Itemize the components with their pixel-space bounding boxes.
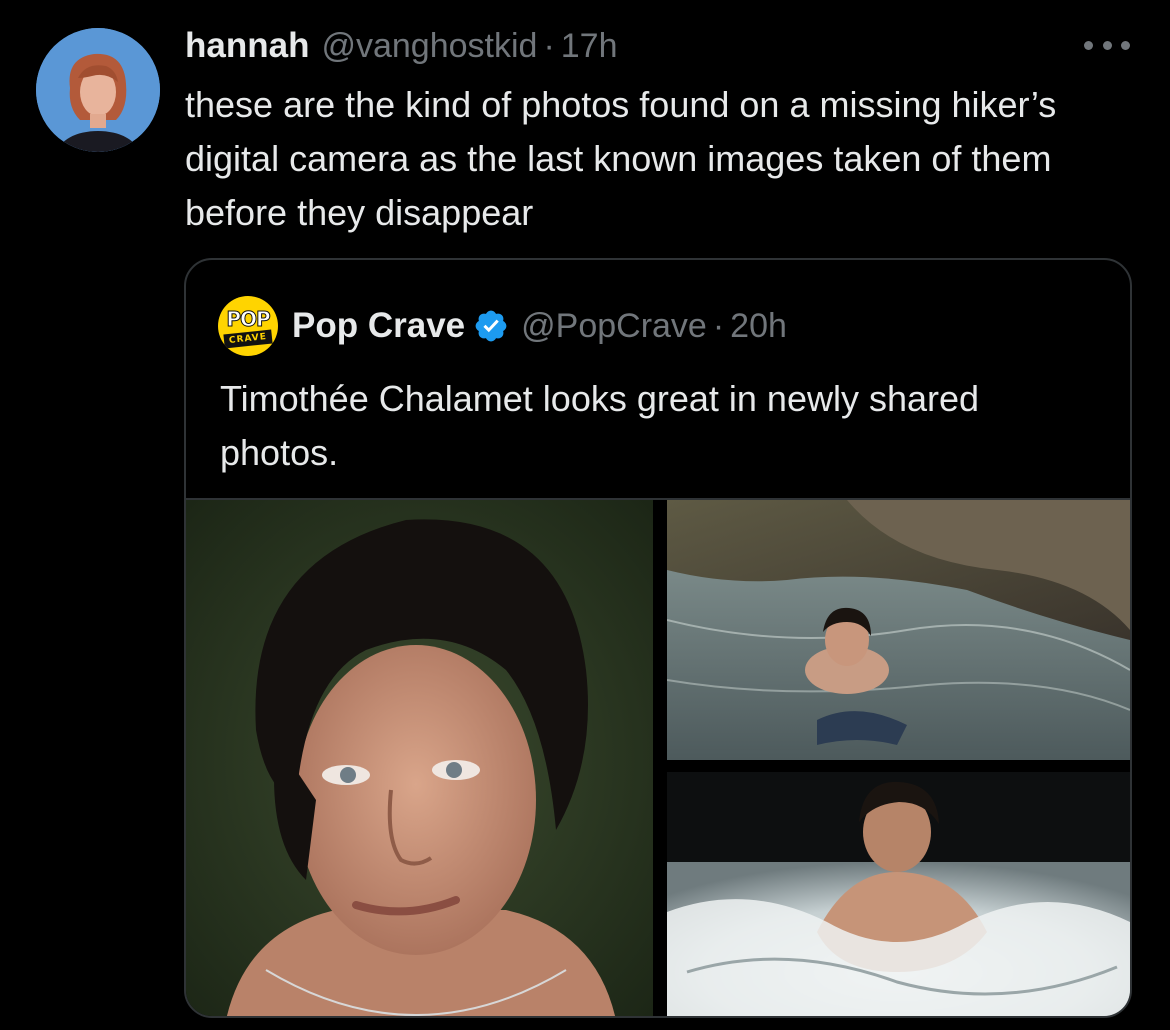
quoted-tweet-timestamp[interactable]: 20h bbox=[730, 307, 787, 346]
author-handle[interactable]: @vanghostkid bbox=[321, 27, 537, 66]
quoted-tweet-card[interactable]: POP CRAVE Pop Crave @PopCrave · 20h Timo… bbox=[184, 258, 1132, 1018]
quoted-author-display-name[interactable]: Pop Crave bbox=[292, 306, 465, 346]
more-dot bbox=[1084, 40, 1093, 50]
separator-dot: · bbox=[712, 306, 725, 345]
author-display-name[interactable]: hannah bbox=[185, 26, 309, 66]
user-avatar[interactable] bbox=[36, 28, 160, 152]
avatar-photo bbox=[36, 28, 160, 152]
media-grid bbox=[186, 498, 1130, 1016]
separator-dot: · bbox=[543, 26, 555, 65]
tweet-timestamp[interactable]: 17h bbox=[561, 27, 618, 66]
more-horizontal-icon[interactable] bbox=[1084, 30, 1130, 60]
pop-crave-avatar[interactable]: POP CRAVE bbox=[218, 296, 278, 356]
photo-swimming-in-creek[interactable] bbox=[667, 500, 1130, 760]
quoted-tweet-header: POP CRAVE Pop Crave @PopCrave · 20h bbox=[218, 296, 787, 356]
more-dot bbox=[1121, 40, 1130, 50]
tweet-text: these are the kind of photos found on a … bbox=[185, 84, 1057, 233]
verified-badge-icon bbox=[473, 308, 509, 344]
quoted-author-handle[interactable]: @PopCrave bbox=[521, 307, 707, 346]
photo-closeup-portrait[interactable] bbox=[186, 500, 653, 1016]
avatar-logo-top: POP bbox=[226, 307, 271, 332]
photo-splashing-water[interactable] bbox=[667, 772, 1130, 1016]
more-dot bbox=[1102, 40, 1112, 50]
tweet-header: hannah @vanghostkid · 17h bbox=[185, 22, 618, 70]
quoted-tweet-text: Timothée Chalamet looks great in newly s… bbox=[220, 378, 980, 473]
avatar-logo-bottom: CRAVE bbox=[223, 329, 273, 349]
